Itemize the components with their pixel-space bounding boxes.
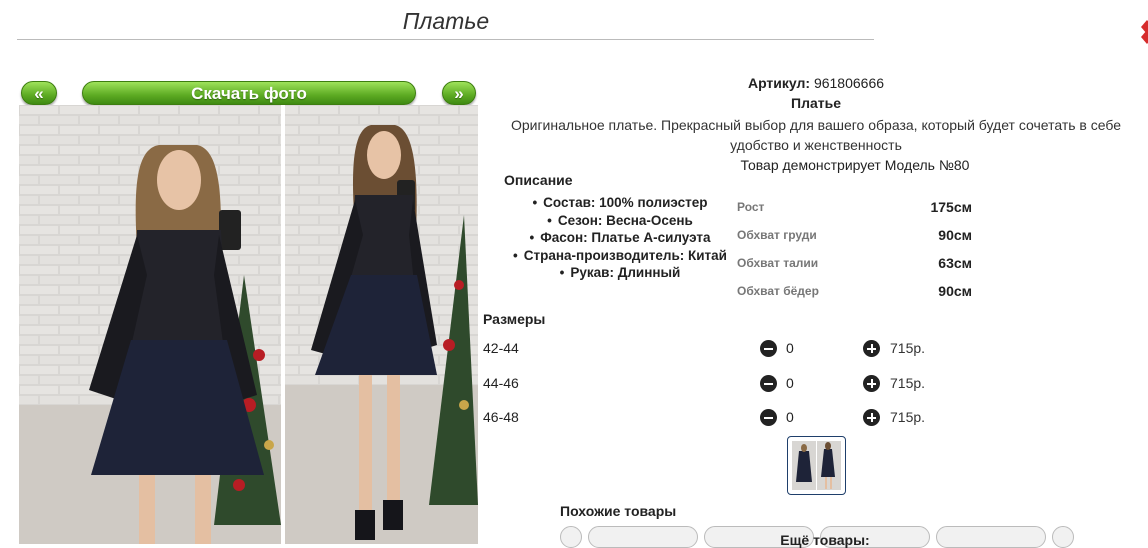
size-price: 715р. xyxy=(890,409,926,425)
measurement-value: 90см xyxy=(938,283,972,299)
article-label: Артикул: xyxy=(747,75,811,91)
quantity-value: 0 xyxy=(786,409,794,425)
details-list: Состав: 100% полиэстер Сезон: Весна-Осен… xyxy=(500,194,740,282)
details-item: Состав: 100% полиэстер xyxy=(500,194,740,212)
download-photo-button[interactable]: Скачать фото xyxy=(82,81,416,105)
size-label: 46-48 xyxy=(483,409,519,425)
next-photo-button[interactable]: » xyxy=(442,81,476,105)
details-heading: Описание xyxy=(504,172,573,188)
photo-thumbnail[interactable] xyxy=(787,436,846,495)
details-item: Сезон: Весна-Осень xyxy=(500,212,740,230)
page-title: Платье xyxy=(402,8,490,34)
details-item: Фасон: Платье А-силуэта xyxy=(500,229,740,247)
similar-prev-tab[interactable] xyxy=(560,526,582,548)
quantity-value: 0 xyxy=(786,340,794,356)
article-value: 961806666 xyxy=(813,75,885,91)
quantity-value: 0 xyxy=(786,375,794,391)
decrease-quantity-button[interactable] xyxy=(760,340,777,357)
article-line: Артикул: 961806666 xyxy=(484,75,1148,91)
measurement-label: Обхват бёдер xyxy=(737,284,819,298)
details-item: Рукав: Длинный xyxy=(500,264,740,282)
similar-tab[interactable] xyxy=(588,526,698,548)
more-products-heading: Ещё товары: xyxy=(780,532,870,548)
measurement-label: Рост xyxy=(737,200,765,214)
size-label: 42-44 xyxy=(483,340,519,356)
size-price: 715р. xyxy=(890,375,926,391)
decorative-corner-icon xyxy=(1141,20,1148,44)
decrease-quantity-button[interactable] xyxy=(760,375,777,392)
measurement-value: 63см xyxy=(938,255,972,271)
decrease-quantity-button[interactable] xyxy=(760,409,777,426)
product-name: Платье xyxy=(791,95,841,111)
sizes-heading: Размеры xyxy=(483,311,546,327)
measurement-label: Обхват груди xyxy=(737,228,817,242)
details-item: Страна-производитель: Китай xyxy=(500,247,740,265)
prev-photo-button[interactable]: « xyxy=(21,81,57,105)
increase-quantity-button[interactable] xyxy=(863,340,880,357)
size-price: 715р. xyxy=(890,340,926,356)
similar-products-heading: Похожие товары xyxy=(560,503,677,519)
increase-quantity-button[interactable] xyxy=(863,409,880,426)
size-label: 44-46 xyxy=(483,375,519,391)
model-note: Товар демонстрирует Модель №80 xyxy=(740,157,970,173)
measurement-value: 175см xyxy=(930,199,972,215)
similar-next-tab[interactable] xyxy=(1052,526,1074,548)
increase-quantity-button[interactable] xyxy=(863,375,880,392)
measurement-value: 90см xyxy=(938,227,972,243)
product-description: Оригинальное платье. Прекрасный выбор дл… xyxy=(510,117,1122,153)
measurement-label: Обхват талии xyxy=(737,256,819,270)
title-divider xyxy=(17,39,874,40)
product-photo xyxy=(19,105,478,544)
similar-tab[interactable] xyxy=(936,526,1046,548)
